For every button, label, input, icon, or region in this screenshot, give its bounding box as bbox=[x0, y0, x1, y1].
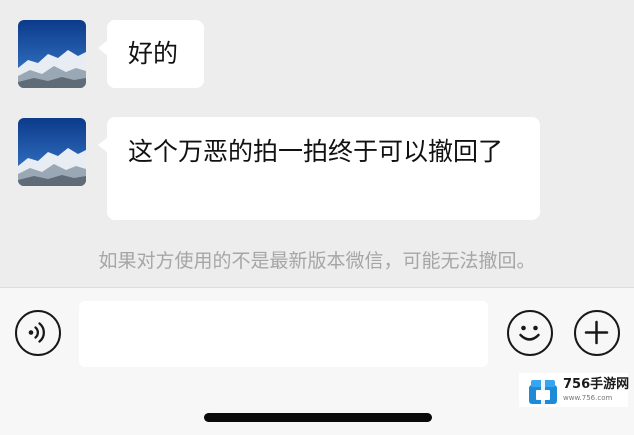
contact-avatar[interactable] bbox=[18, 118, 86, 186]
contact-avatar[interactable] bbox=[18, 20, 86, 88]
mountain-avatar-image bbox=[18, 20, 86, 88]
plus-icon bbox=[584, 320, 609, 345]
emoji-button[interactable] bbox=[507, 310, 553, 356]
mountain-avatar-image bbox=[18, 118, 86, 186]
plus-button[interactable] bbox=[574, 310, 620, 356]
gift-box-logo-icon bbox=[529, 380, 557, 404]
voice-icon bbox=[28, 322, 45, 343]
system-notice: 如果对方使用的不是最新版本微信，可能无法撤回。 bbox=[98, 250, 536, 272]
message-input[interactable] bbox=[79, 301, 488, 367]
message-bubble[interactable]: 这个万恶的拍一拍终于可以撤回了 bbox=[98, 117, 540, 220]
message-bubble[interactable]: 好的 bbox=[98, 20, 204, 88]
message-text: 这个万恶的拍一拍终于可以撤回了 bbox=[128, 137, 504, 166]
home-indicator bbox=[204, 413, 432, 422]
chat-area: 好的 这个万恶的拍一拍终于可以撤回了 如果对方使用的不是最新版本微信，可能无法撤… bbox=[0, 0, 634, 287]
watermark-name: 756手游网 bbox=[563, 377, 630, 392]
watermark-url: www.756.com bbox=[563, 394, 613, 402]
emoji-icon bbox=[519, 325, 540, 341]
voice-button[interactable] bbox=[15, 310, 61, 356]
watermark: 756手游网 www.756.com bbox=[519, 373, 630, 407]
message-text: 好的 bbox=[128, 39, 179, 68]
